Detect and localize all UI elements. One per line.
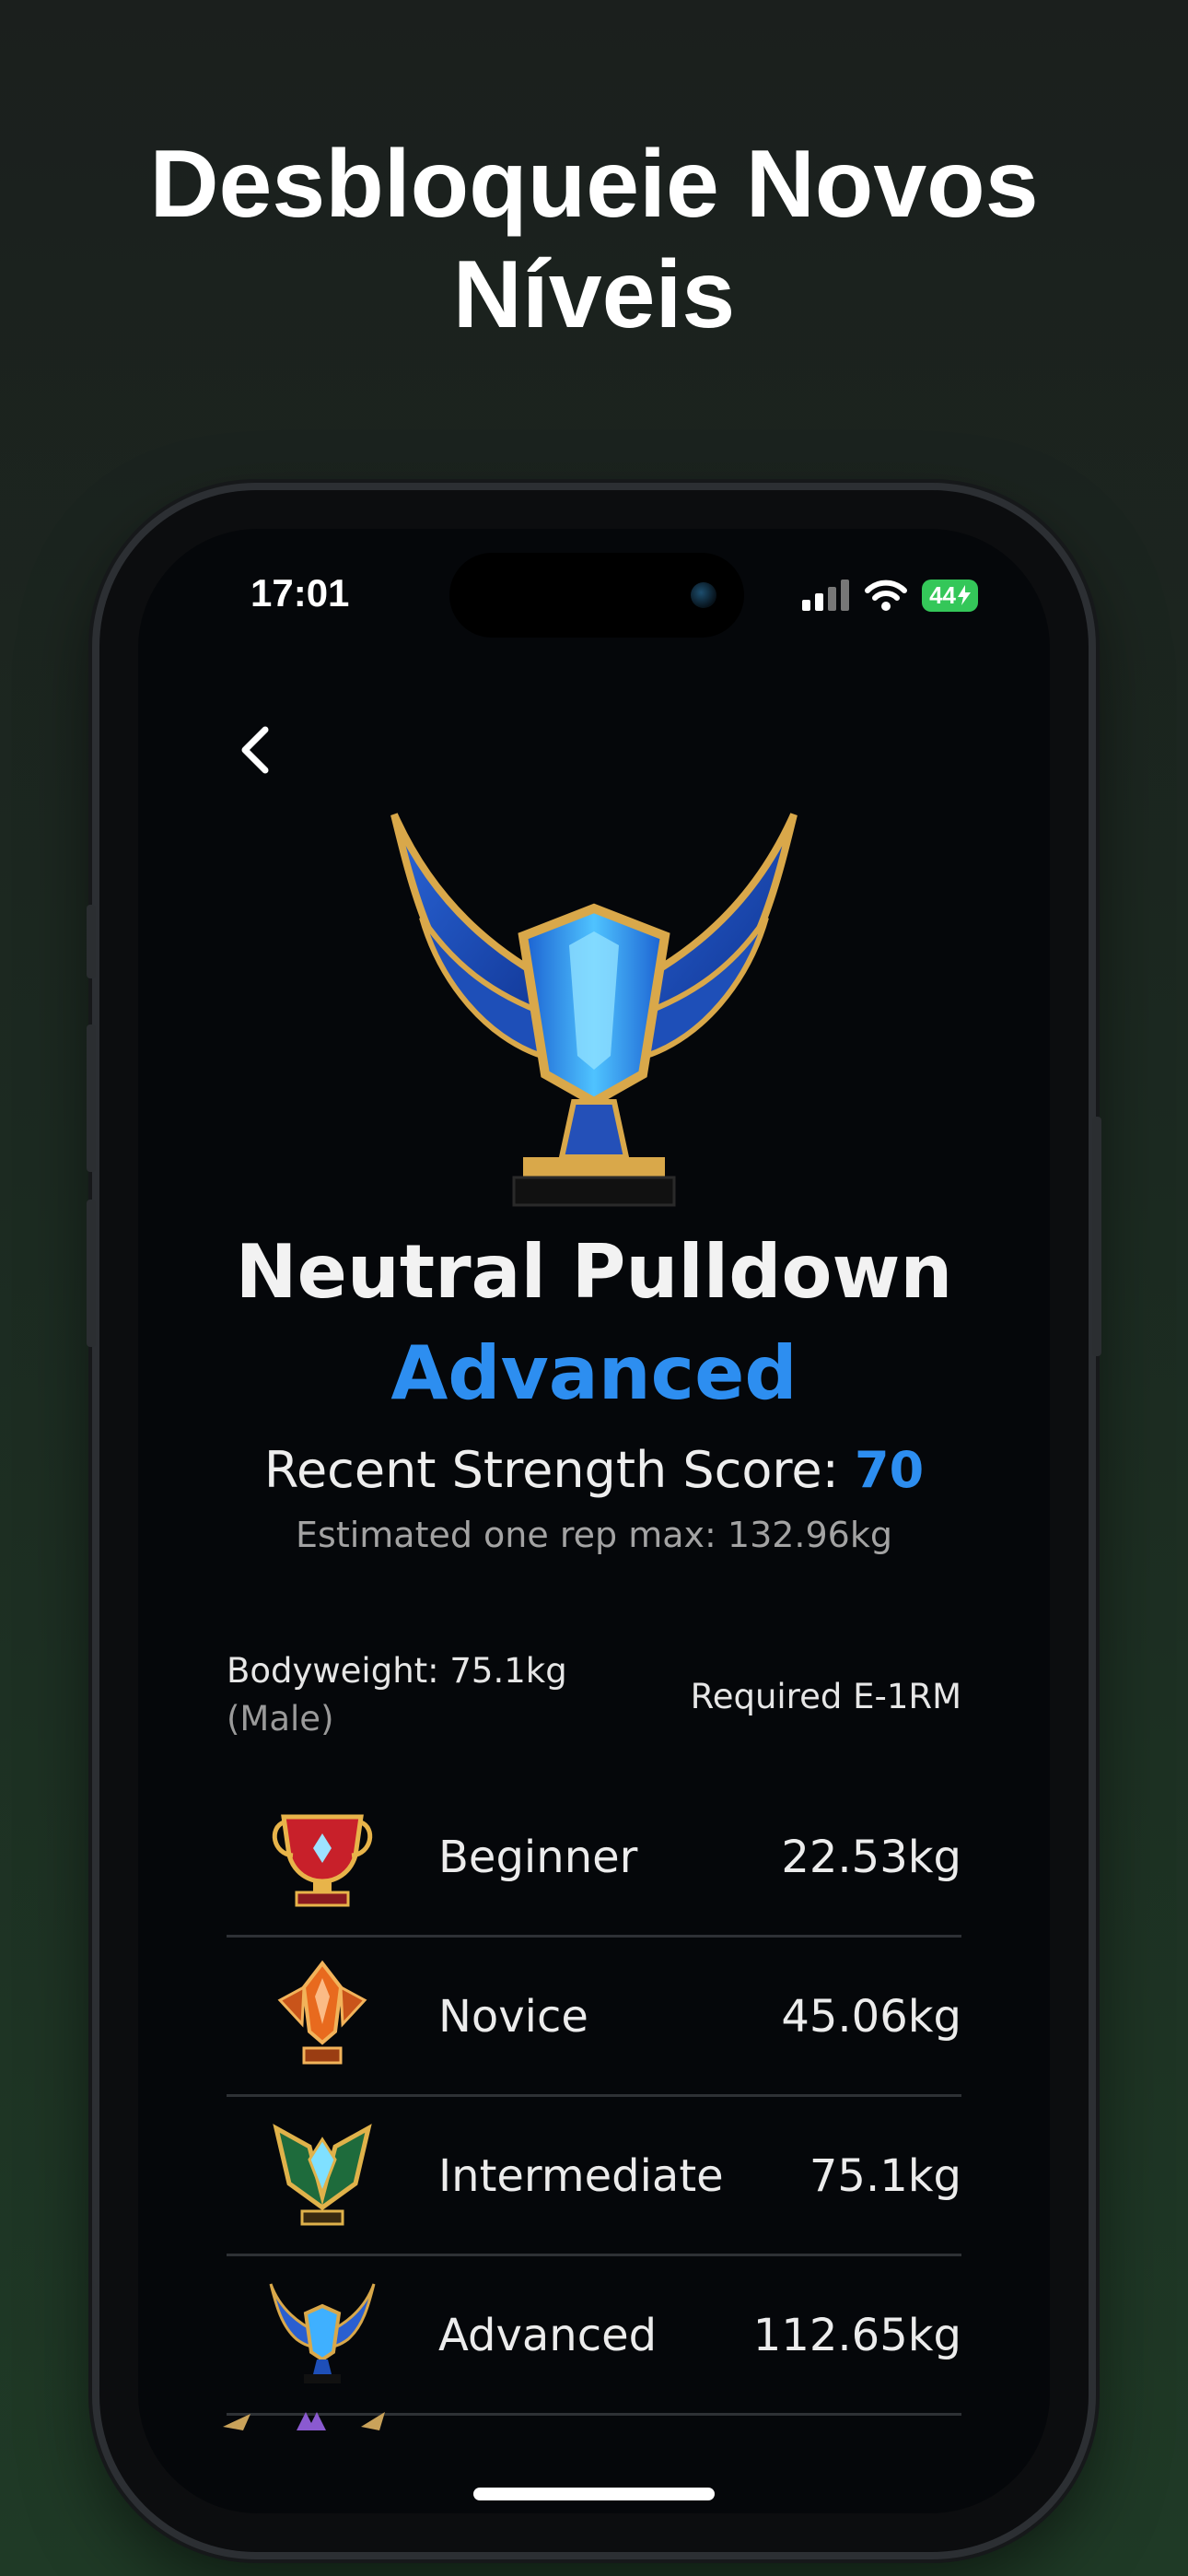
level-label: Advanced [438,2310,658,2361]
phone-action-button [87,905,96,978]
estimated-one-rep-max: Estimated one rep max: 132.96kg [296,1515,892,1555]
strength-score-value: 70 [855,1441,925,1499]
level-value: 75.1kg [809,2150,961,2202]
level-value: 112.65kg [752,2310,961,2361]
level-label: Beginner [438,1832,638,1883]
exercise-level: Advanced [390,1330,798,1416]
chevron-left-icon[interactable] [230,722,285,778]
status-time: 17:01 [250,571,350,615]
strength-score: Recent Strength Score: 70 [138,1441,1050,1499]
phone-frame: 17:01 44 Neutral Pulldown Advanced Recen… [87,490,1101,2552]
level-label: Intermediate [438,2150,724,2202]
battery-level: 44 [929,580,956,609]
level-row-intermediate: Intermediate 75.1kg [227,2095,961,2256]
phone-side-button [1092,1117,1101,1356]
battery-indicator: 44 [922,579,978,612]
app-screen: 17:01 44 Neutral Pulldown Advanced Recen… [138,529,1050,2513]
home-indicator[interactable] [473,2488,715,2500]
promo-headline: Desbloqueie Novos Níveis [0,129,1188,350]
charging-bolt-icon [958,585,971,605]
blue-winged-trophy-icon [269,2283,376,2383]
level-label: Novice [438,1991,588,2043]
advanced-trophy-icon [390,813,798,1207]
status-icons: 44 [802,577,978,614]
promo-headline-line2: Níveis [452,241,736,348]
level-value: 45.06kg [781,1991,961,2043]
level-row-beginner: Beginner 22.53kg [227,1776,961,1938]
sex-label: (Male) [227,1699,334,1739]
level-row-advanced: Advanced 112.65kg [227,2254,961,2416]
orange-crest-icon [277,1960,367,2065]
bodyweight-label: Bodyweight: 75.1kg [227,1651,567,1691]
green-shield-icon [273,2124,372,2226]
wifi-icon [865,580,908,611]
next-level-icon-partial [223,2412,385,2430]
camera-icon [691,582,716,608]
phone-volume-up [87,1025,96,1172]
strength-score-label: Recent Strength Score: [263,1441,839,1499]
red-trophy-icon [272,1814,373,1907]
exercise-name: Neutral Pulldown [235,1229,953,1315]
dynamic-island [449,553,744,638]
level-row-novice: Novice 45.06kg [227,1936,961,2097]
required-e1rm-header: Required E-1RM [690,1677,961,1716]
cellular-signal-icon [802,580,850,611]
level-value: 22.53kg [781,1832,961,1883]
phone-volume-down [87,1200,96,1347]
promo-headline-line1: Desbloqueie Novos [149,131,1039,238]
